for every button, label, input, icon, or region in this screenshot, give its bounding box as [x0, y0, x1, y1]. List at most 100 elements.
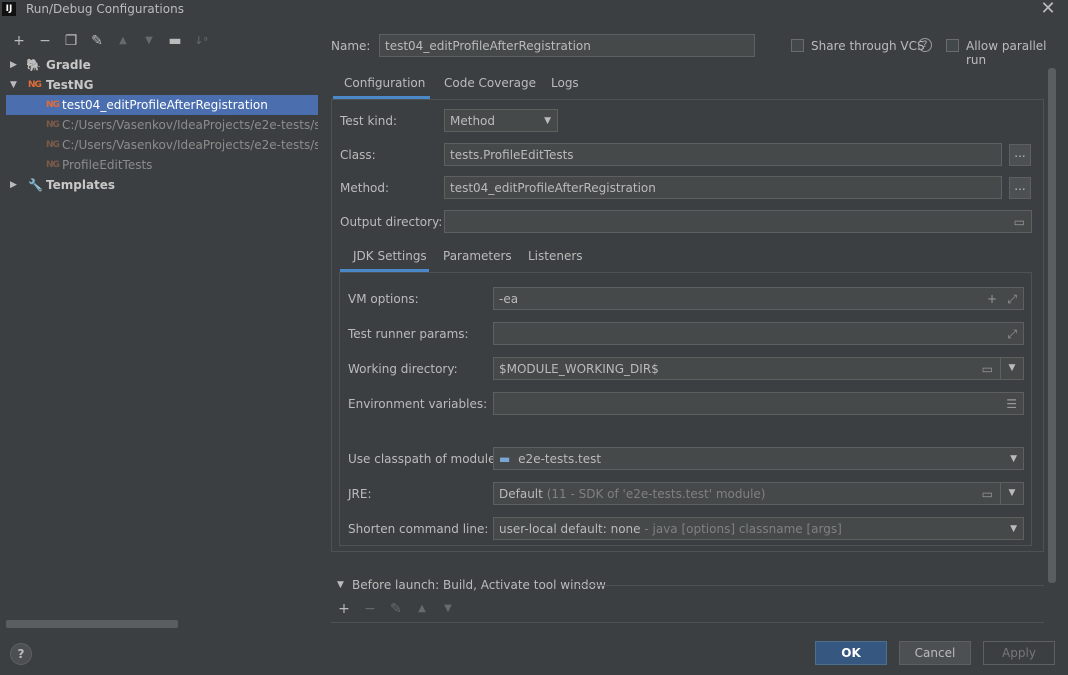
list-icon[interactable]: ☰	[1006, 393, 1017, 414]
arrow-down-icon[interactable]: ▼	[440, 601, 456, 617]
tree-item-test04[interactable]: NG test04_editProfileAfterRegistration	[6, 95, 318, 115]
minus-icon[interactable]: −	[37, 33, 53, 49]
vertical-scrollbar[interactable]	[1048, 68, 1056, 583]
tab-configuration[interactable]: Configuration	[344, 76, 425, 90]
allow-parallel-label: Allow parallel run	[966, 39, 1047, 67]
before-launch-label: Before launch: Build, Activate tool wind…	[352, 578, 606, 592]
test-kind-select[interactable]: Method ▼	[444, 109, 558, 132]
configuration-tree[interactable]: ▶ 🐘 Gradle ▼ NG TestNG NG test04_editPro…	[6, 55, 318, 625]
working-dir-input[interactable]: $MODULE_WORKING_DIR$ ▭ ▼	[493, 357, 1024, 380]
expand-icon[interactable]: ⤢	[1007, 323, 1017, 344]
test-runner-params-input[interactable]: ⤢	[493, 322, 1024, 345]
tree-item-path-2[interactable]: NG C:/Users/Vasenkov/IdeaProjects/e2e-te…	[6, 135, 318, 155]
test-kind-value: Method	[450, 114, 496, 128]
tab-logs[interactable]: Logs	[551, 76, 579, 90]
tree-item-label: C:/Users/Vasenkov/IdeaProjects/e2e-tests…	[62, 118, 318, 132]
apply-button[interactable]: Apply	[983, 641, 1055, 665]
new-folder-icon[interactable]: ▬	[167, 33, 183, 49]
gradle-icon: 🐘	[26, 58, 41, 72]
tab-parameters[interactable]: Parameters	[443, 249, 512, 263]
folder-icon[interactable]: ▭	[982, 483, 993, 504]
working-dir-value: $MODULE_WORKING_DIR$	[499, 362, 659, 376]
expand-icon[interactable]: ▶	[10, 55, 17, 75]
name-input[interactable]: test04_editProfileAfterRegistration	[379, 34, 755, 57]
ok-button[interactable]: OK	[815, 641, 887, 665]
class-input[interactable]: tests.ProfileEditTests	[444, 143, 1002, 166]
tab-listeners[interactable]: Listeners	[528, 249, 583, 263]
vm-options-value: -ea	[499, 292, 519, 306]
collapse-icon[interactable]: ▼	[337, 580, 344, 590]
tree-label-gradle: Gradle	[46, 58, 91, 72]
working-dir-label: Working directory:	[348, 362, 458, 376]
tree-item-label: ProfileEditTests	[62, 158, 153, 172]
folder-icon[interactable]: ▭	[1014, 211, 1025, 232]
wrench-icon: 🔧	[28, 178, 43, 192]
plus-icon[interactable]: +	[987, 288, 997, 309]
tree-item-label: C:/Users/Vasenkov/IdeaProjects/e2e-tests…	[62, 138, 318, 152]
plus-icon[interactable]: +	[11, 33, 27, 49]
testng-icon: NG	[46, 140, 60, 150]
tree-item-label: test04_editProfileAfterRegistration	[62, 98, 268, 112]
vm-options-label: VM options:	[348, 292, 419, 306]
class-browse-button[interactable]: ...	[1009, 144, 1031, 166]
share-vcs-label: Share through VCS	[811, 39, 925, 53]
wrench-icon[interactable]: ✎	[89, 33, 105, 49]
tree-label-testng: TestNG	[46, 78, 94, 92]
tree-item-path-1[interactable]: NG C:/Users/Vasenkov/IdeaProjects/e2e-te…	[6, 115, 318, 135]
arrow-down-icon[interactable]: ▼	[141, 33, 157, 49]
cancel-button[interactable]: Cancel	[899, 641, 971, 665]
intellij-logo-icon: IJ	[2, 2, 16, 16]
expand-icon[interactable]: ⤢	[1007, 288, 1017, 309]
name-label: Name:	[331, 39, 371, 53]
method-input[interactable]: test04_editProfileAfterRegistration	[444, 176, 1002, 199]
classpath-module-select[interactable]: ▬ e2e-tests.test ▼	[493, 447, 1024, 470]
edit-icon[interactable]: ✎	[388, 601, 404, 617]
share-vcs-checkbox[interactable]	[791, 39, 804, 52]
method-label: Method:	[340, 181, 390, 195]
plus-icon[interactable]: +	[336, 601, 352, 617]
copy-icon[interactable]: ❐	[63, 33, 79, 49]
shorten-cmd-select[interactable]: user-local default: none - java [options…	[493, 517, 1024, 540]
chevron-down-icon[interactable]: ▼	[1000, 483, 1023, 504]
classpath-module-value: e2e-tests.test	[518, 452, 602, 466]
testng-icon: NG	[46, 120, 60, 130]
allow-parallel-checkbox[interactable]	[946, 39, 959, 52]
chevron-down-icon: ▼	[544, 116, 551, 126]
help-icon[interactable]: ?	[918, 38, 932, 52]
jre-hint: (11 - SDK of 'e2e-tests.test' module)	[546, 487, 766, 501]
chevron-down-icon: ▼	[1010, 524, 1017, 534]
jre-select[interactable]: Default (11 - SDK of 'e2e-tests.test' mo…	[493, 482, 1024, 505]
testng-icon: NG	[46, 100, 60, 110]
tab-jdk-settings[interactable]: JDK Settings	[353, 249, 427, 263]
testng-icon: NG	[46, 160, 60, 170]
env-vars-input[interactable]: ☰	[493, 392, 1024, 415]
help-button[interactable]: ?	[10, 643, 32, 665]
output-dir-label: Output directory:	[340, 215, 443, 229]
minus-icon[interactable]: −	[362, 601, 378, 617]
vm-options-input[interactable]: -ea + ⤢	[493, 287, 1024, 310]
window-title: Run/Debug Configurations	[26, 2, 184, 16]
close-icon[interactable]: ✕	[1038, 0, 1058, 19]
shorten-cmd-value: user-local default: none	[499, 522, 641, 536]
divider	[577, 585, 1044, 586]
expand-icon[interactable]: ▶	[10, 175, 17, 195]
tree-node-gradle[interactable]: ▶ 🐘 Gradle	[6, 55, 318, 75]
folder-icon[interactable]: ▭	[982, 358, 993, 379]
tree-horizontal-scrollbar[interactable]	[6, 620, 178, 628]
output-dir-input[interactable]: ▭	[444, 210, 1032, 233]
class-label: Class:	[340, 148, 376, 162]
tree-label-templates: Templates	[46, 178, 116, 192]
tree-item-profile-edit-tests[interactable]: NG ProfileEditTests	[6, 155, 318, 175]
chevron-down-icon[interactable]: ▼	[1000, 358, 1023, 379]
tab-code-coverage[interactable]: Code Coverage	[444, 76, 536, 90]
collapse-icon[interactable]: ▼	[10, 75, 17, 95]
method-browse-button[interactable]: ...	[1009, 177, 1031, 199]
sort-icon[interactable]: ↓ᵃ	[193, 33, 209, 49]
arrow-up-icon[interactable]: ▲	[115, 33, 131, 49]
tree-node-templates[interactable]: ▶ 🔧 Templates	[6, 175, 318, 195]
tree-node-testng[interactable]: ▼ NG TestNG	[6, 75, 318, 95]
before-launch-list	[331, 622, 1044, 623]
chevron-down-icon: ▼	[1010, 454, 1017, 464]
arrow-up-icon[interactable]: ▲	[414, 601, 430, 617]
module-icon: ▬	[499, 452, 511, 466]
